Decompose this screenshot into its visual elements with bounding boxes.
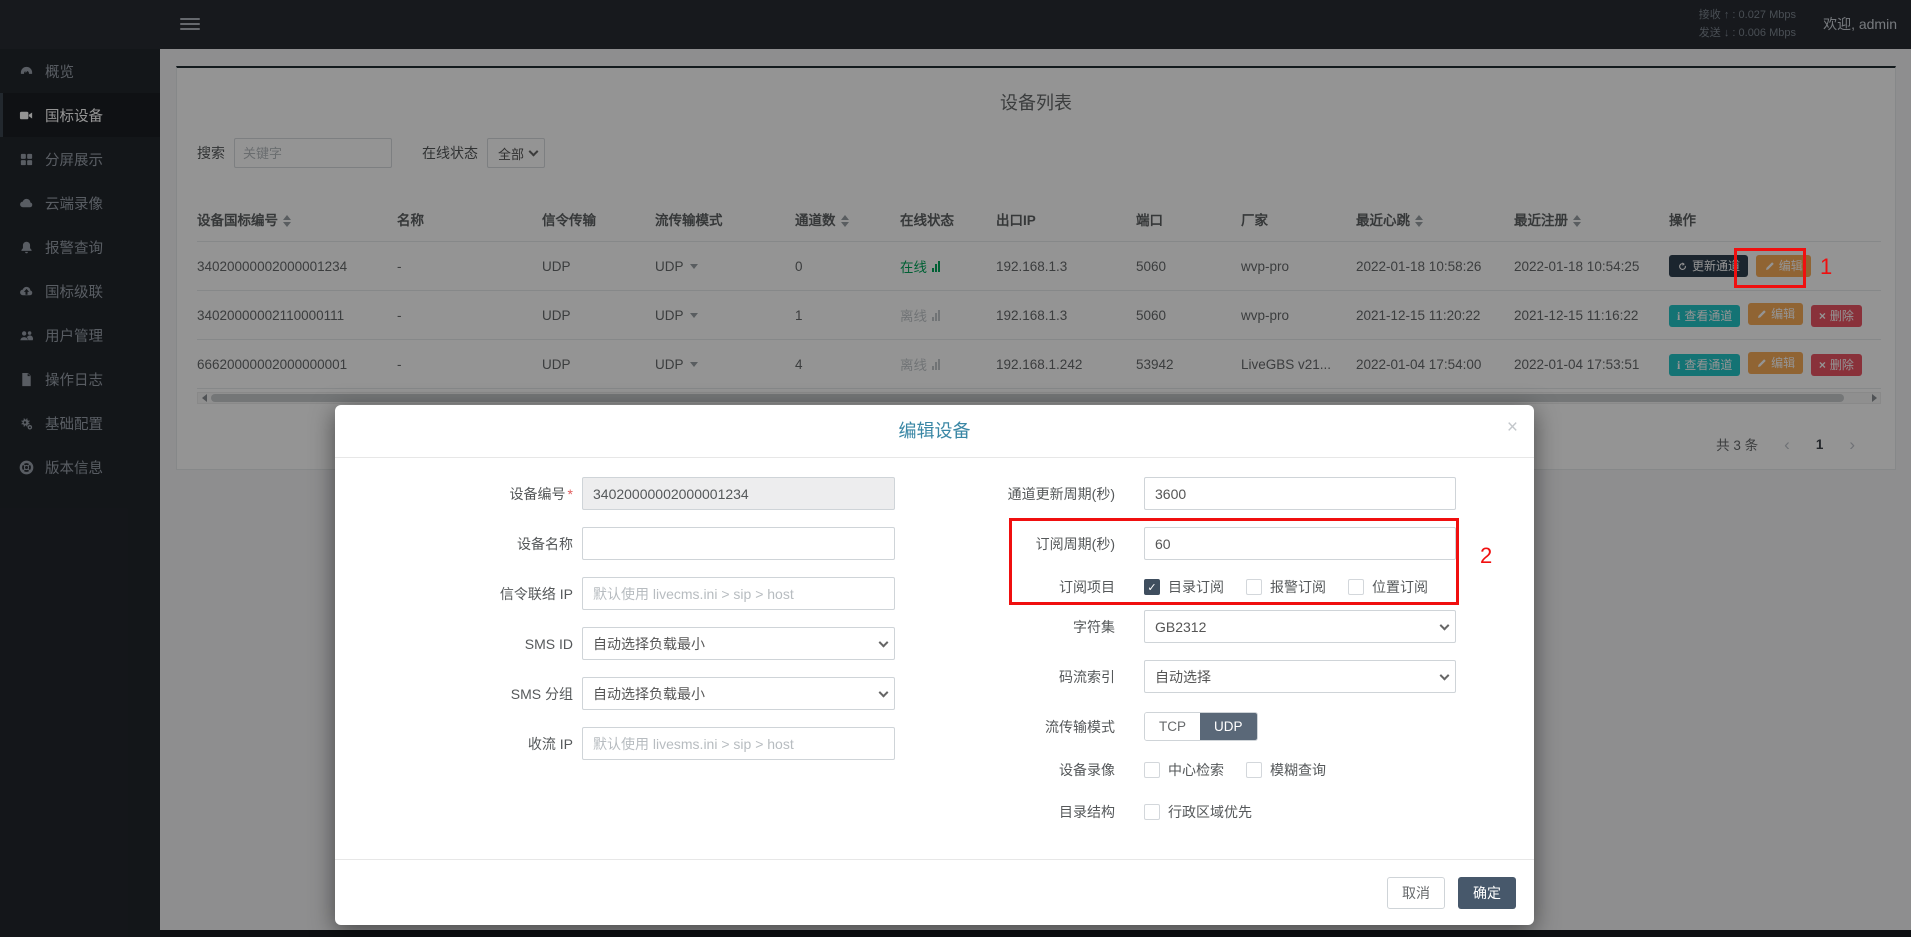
required-asterisk: *: [568, 486, 573, 502]
checkbox-icon[interactable]: [1246, 762, 1262, 778]
close-icon[interactable]: ×: [1507, 418, 1518, 437]
checkbox-fuzzy-query[interactable]: 模糊查询: [1246, 760, 1326, 780]
checkbox-checked-icon[interactable]: ✓: [1144, 579, 1160, 595]
tcp-option[interactable]: TCP: [1145, 713, 1200, 740]
confirm-button[interactable]: 确定: [1458, 877, 1516, 909]
checkbox-admin-region-first[interactable]: 行政区域优先: [1144, 802, 1252, 822]
subscribe-items-label: 订阅项目: [895, 577, 1115, 597]
edit-device-modal: 编辑设备 × 设备编号* 设备名称 信令联络 IP SMS ID 自动选择负载最…: [335, 405, 1534, 925]
checkbox-center-search[interactable]: 中心检索: [1144, 760, 1224, 780]
modal-title: 编辑设备: [335, 405, 1534, 458]
recv-ip-field[interactable]: [582, 727, 895, 760]
app: 接收 ↑ : 0.027 Mbps 发送 ↓ : 0.006 Mbps 欢迎, …: [0, 0, 1911, 937]
stream-index-label: 码流索引: [895, 667, 1115, 687]
checkbox-catalog-subscribe[interactable]: ✓目录订阅: [1144, 577, 1224, 597]
device-id-label: 设备编号*: [360, 484, 573, 504]
sms-id-select[interactable]: 自动选择负载最小: [582, 627, 895, 660]
channel-refresh-field[interactable]: [1144, 477, 1456, 510]
dir-structure-label: 目录结构: [895, 802, 1115, 822]
charset-label: 字符集: [895, 617, 1115, 637]
modal-header: 编辑设备 ×: [335, 405, 1534, 458]
stream-mode-toggle: TCP UDP: [1144, 712, 1258, 741]
modal-left-column: 设备编号* 设备名称 信令联络 IP SMS ID 自动选择负载最小 SMS 分…: [360, 477, 905, 777]
channel-refresh-label: 通道更新周期(秒): [895, 484, 1115, 504]
sms-id-label: SMS ID: [360, 636, 573, 652]
device-name-field[interactable]: [582, 527, 895, 560]
chevron-down-icon: [1440, 620, 1450, 630]
checkbox-icon[interactable]: [1144, 762, 1160, 778]
sms-group-label: SMS 分组: [360, 684, 573, 704]
checkbox-alarm-subscribe[interactable]: 报警订阅: [1246, 577, 1326, 597]
modal-footer: 取消 确定: [335, 859, 1534, 925]
stream-mode-label: 流传输模式: [895, 717, 1115, 737]
device-id-field: [582, 477, 895, 510]
recv-ip-label: 收流 IP: [360, 734, 573, 754]
checkbox-position-subscribe[interactable]: 位置订阅: [1348, 577, 1428, 597]
sip-host-field[interactable]: [582, 577, 895, 610]
checkbox-icon[interactable]: [1246, 579, 1262, 595]
chevron-down-icon: [879, 637, 889, 647]
sms-group-select[interactable]: 自动选择负载最小: [582, 677, 895, 710]
stream-index-select[interactable]: 自动选择: [1144, 660, 1456, 693]
subscribe-period-field[interactable]: [1144, 527, 1456, 560]
device-record-label: 设备录像: [895, 760, 1115, 780]
chevron-down-icon: [879, 687, 889, 697]
subscribe-period-label: 订阅周期(秒): [895, 534, 1115, 554]
device-name-label: 设备名称: [360, 534, 573, 554]
charset-select[interactable]: GB2312: [1144, 610, 1456, 643]
checkbox-icon[interactable]: [1144, 804, 1160, 820]
checkbox-icon[interactable]: [1348, 579, 1364, 595]
udp-option[interactable]: UDP: [1200, 713, 1257, 740]
chevron-down-icon: [1440, 670, 1450, 680]
sip-host-label: 信令联络 IP: [360, 584, 573, 604]
modal-right-column: 通道更新周期(秒) 订阅周期(秒) 订阅项目 ✓目录订阅 报警订阅 位置订阅 字…: [895, 477, 1495, 839]
cancel-button[interactable]: 取消: [1387, 877, 1445, 909]
